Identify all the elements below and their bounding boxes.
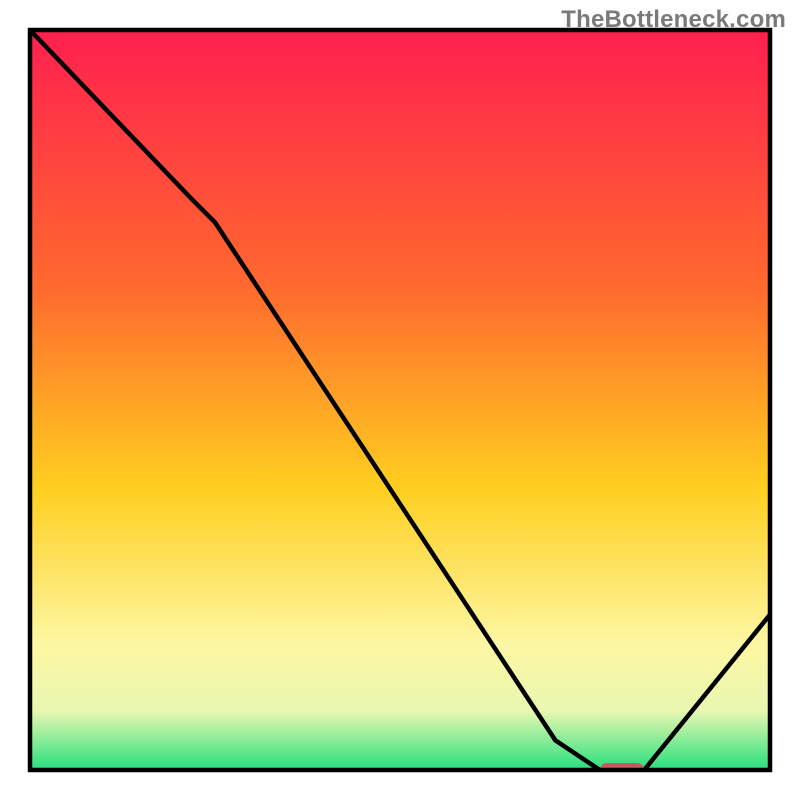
bottleneck-chart <box>0 0 800 800</box>
gradient-background <box>30 30 770 770</box>
chart-container: TheBottleneck.com <box>0 0 800 800</box>
